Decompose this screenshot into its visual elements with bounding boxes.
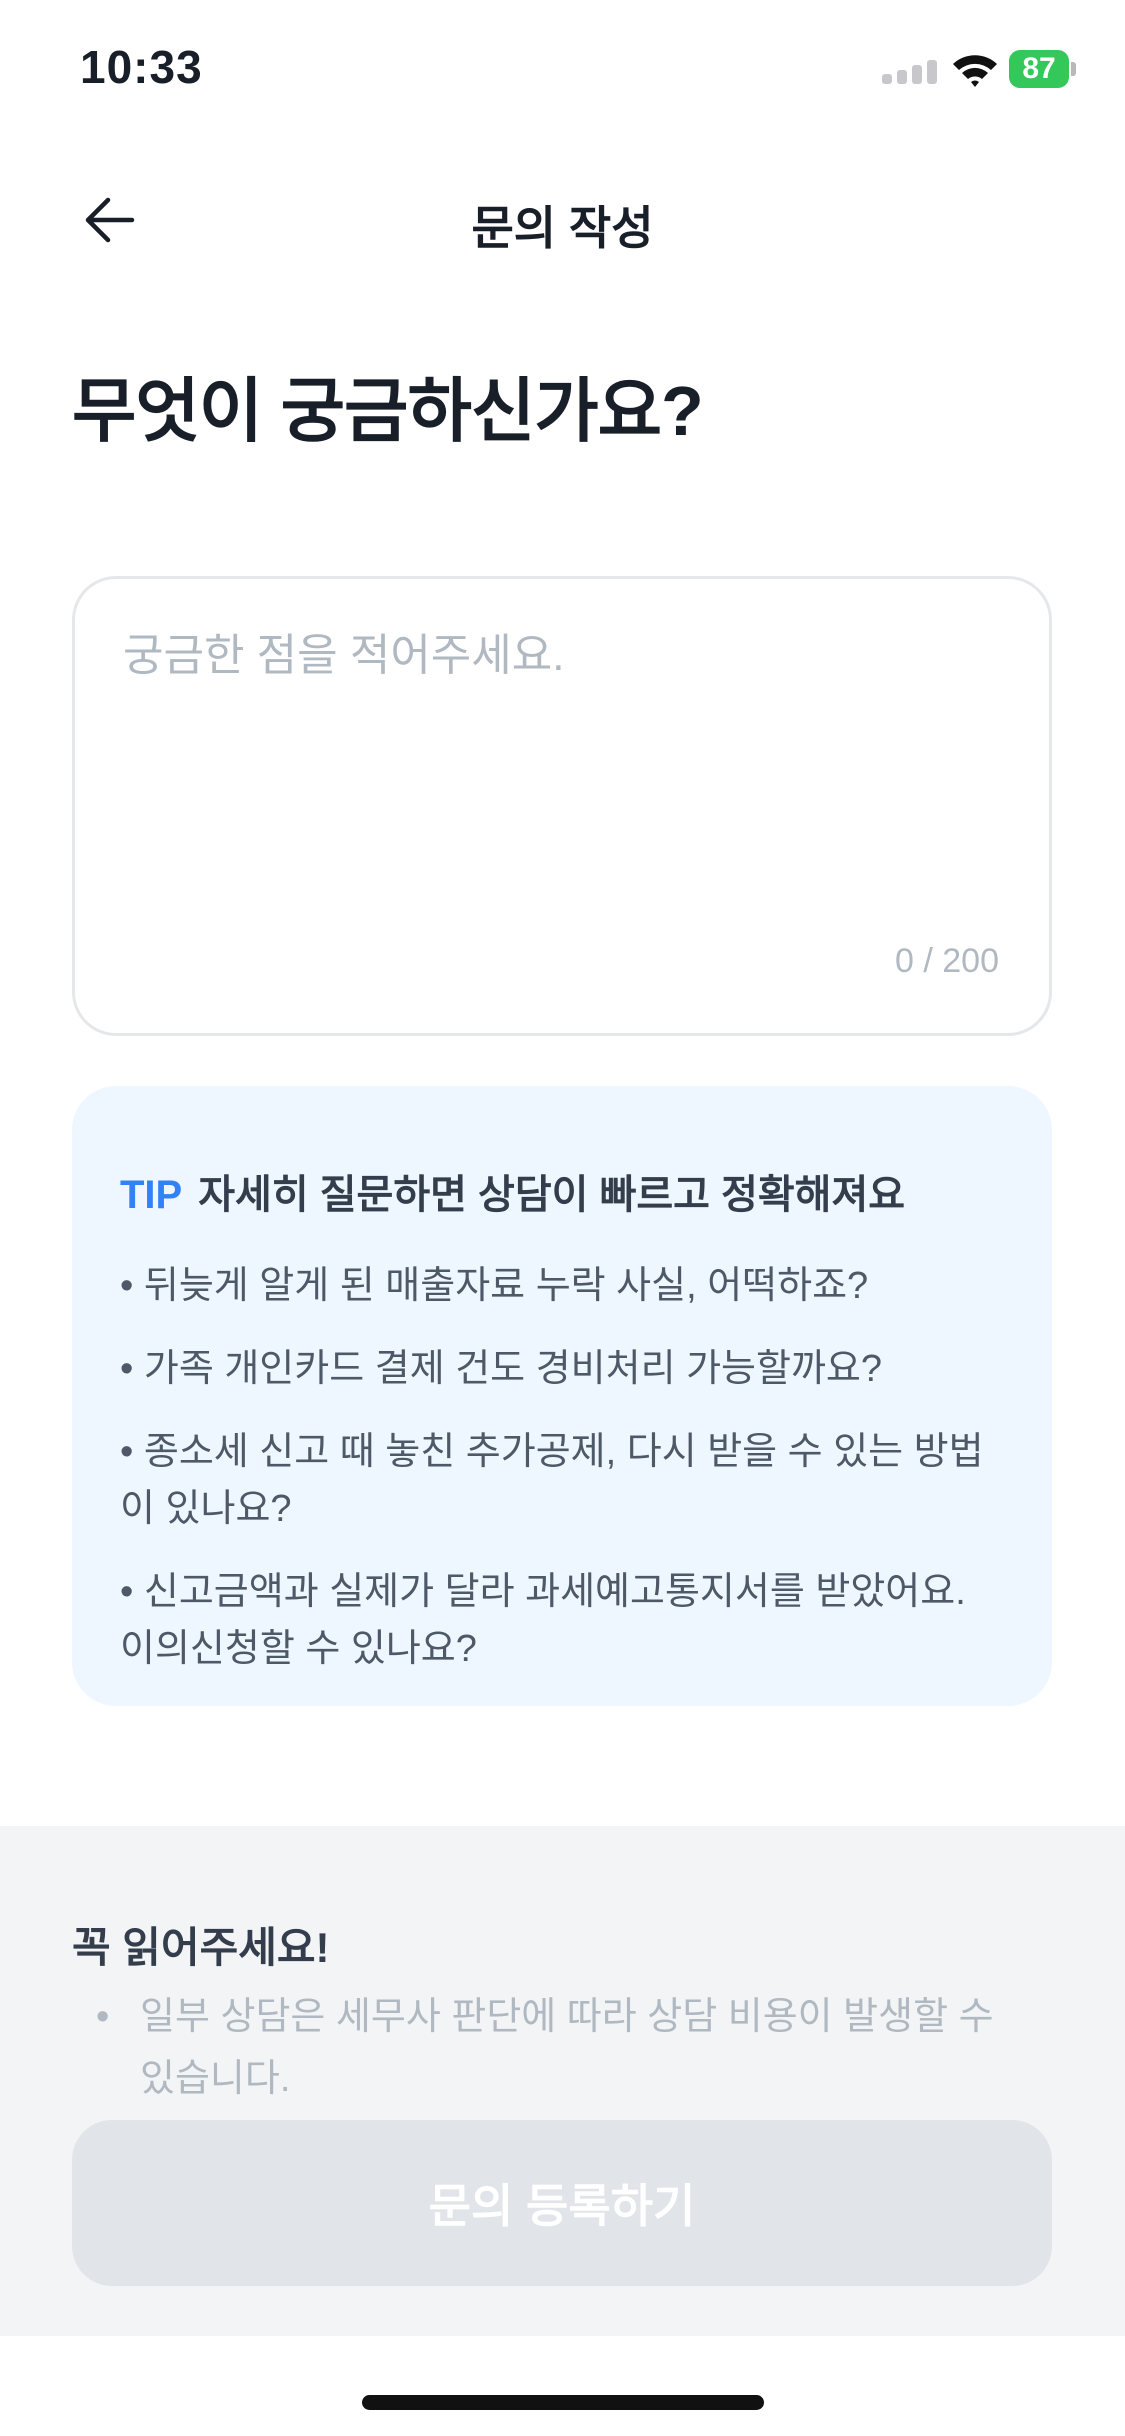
tip-example: • 종소세 신고 때 놓친 추가공제, 다시 받을 수 있는 방법이 있나요? (120, 1431, 984, 1530)
tip-headline-text: 자세히 질문하면 상담이 빠르고 정확해져요 (198, 1173, 906, 1217)
submit-inquiry-button[interactable]: 문의 등록하기 (72, 2120, 1052, 2286)
tip-example: • 뒤늦게 알게 된 매출자료 누락 사실, 어떡하죠? (120, 1265, 869, 1307)
home-indicator (362, 2395, 764, 2410)
battery-icon: 87 (1009, 50, 1077, 88)
tip-box: TIP 자세히 질문하면 상담이 빠르고 정확해져요 • 뒤늦게 알게 된 매출자… (72, 1086, 1052, 1706)
status-time: 10:33 (80, 41, 203, 93)
question-input[interactable] (123, 619, 1003, 919)
tip-example: • 가족 개인카드 결제 건도 경비처리 가능할까요? (120, 1348, 883, 1390)
wifi-icon (953, 55, 997, 87)
cellular-signal-icon (882, 60, 937, 84)
notice-list: • 일부 상담은 세무사 판단에 따라 상담 비용이 발생할 수 있습니다. (72, 1986, 1032, 2110)
character-counter: 0 / 200 (895, 942, 999, 980)
tip-example: • 신고금액과 실제가 달라 과세예고통지서를 받았어요. 이의신청할 수 있나… (120, 1571, 966, 1670)
navigation-bar: 문의 작성 (0, 160, 1125, 270)
status-bar: 10:33 87 (0, 0, 1125, 140)
tip-label: TIP (120, 1173, 183, 1217)
question-heading: 무엇이 궁금하신가요? (72, 372, 704, 450)
notice-item: • 일부 상담은 세무사 판단에 따라 상담 비용이 발생할 수 있습니다. (72, 1986, 1032, 2110)
notice-item-text: 일부 상담은 세무사 판단에 따라 상담 비용이 발생할 수 있습니다. (140, 1996, 994, 2100)
notice-title: 꼭 읽어주세요! (72, 1924, 330, 1971)
bullet: • (96, 1996, 110, 2038)
battery-level: 87 (1009, 50, 1069, 88)
page-title: 문의 작성 (471, 202, 654, 254)
tip-headline: TIP 자세히 질문하면 상담이 빠르고 정확해져요 (120, 1162, 1004, 1220)
question-field: 0 / 200 (72, 576, 1052, 1036)
